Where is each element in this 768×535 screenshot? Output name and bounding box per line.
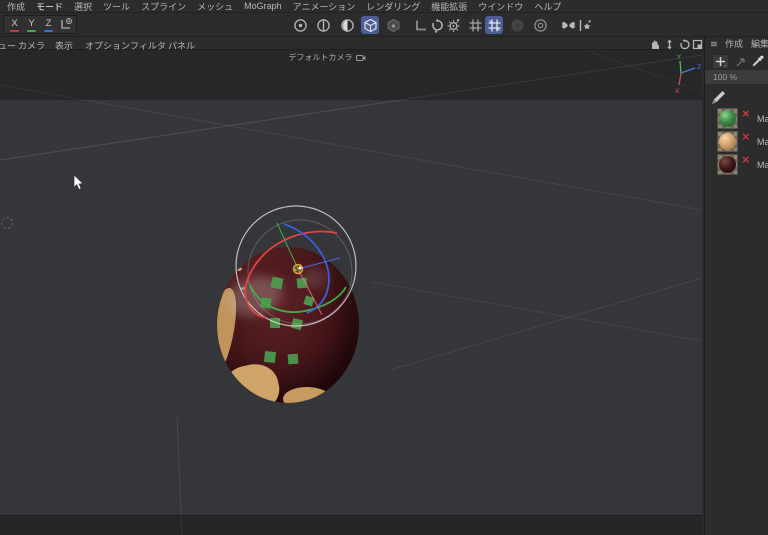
material-delete-icon[interactable]: × xyxy=(742,130,750,143)
materials-panel: 作成 編集 100 % xyxy=(704,37,768,535)
camera-icon xyxy=(356,54,366,62)
edge-mode-button[interactable] xyxy=(314,16,332,34)
dolly-icon[interactable] xyxy=(663,38,676,50)
workplane-button[interactable] xyxy=(575,16,593,34)
material-name[interactable]: Mat. xyxy=(757,114,768,124)
rotate-view-icon[interactable] xyxy=(678,38,691,50)
menu-extensions[interactable]: 機能拡張 xyxy=(431,0,467,13)
axis-mode-button[interactable] xyxy=(411,16,429,34)
axis-x-label: X xyxy=(11,18,17,29)
camera-frame-bottom-band xyxy=(0,515,702,535)
workplane-icon xyxy=(577,18,592,33)
load-material-button[interactable] xyxy=(732,54,749,69)
point-mode-icon xyxy=(293,18,308,33)
axis-z-button[interactable]: Z xyxy=(40,16,57,33)
sphere-tan-speck-1 xyxy=(235,267,242,271)
target-button[interactable] xyxy=(531,16,549,34)
menu-select[interactable]: 選択 xyxy=(74,0,92,13)
menu-animation[interactable]: アニメーション xyxy=(293,0,356,13)
menu-help[interactable]: ヘルプ xyxy=(534,0,561,13)
texture-mode-button[interactable] xyxy=(384,16,402,34)
gear-tool-button[interactable] xyxy=(444,16,462,34)
viewport-menu-row: ュー カメラ 表示 オプション フィルタ パネル xyxy=(0,37,768,50)
diagonal-arrow-icon xyxy=(735,56,747,68)
preview-zoom-value: 100 % xyxy=(713,72,737,82)
menu-tools[interactable]: ツール xyxy=(103,0,130,13)
material-thumbnail[interactable] xyxy=(717,108,738,129)
sphere-tan-patch-bottom-left xyxy=(219,360,284,403)
material-thumbnail[interactable] xyxy=(717,131,738,152)
left-edge-rotate-hint-icon xyxy=(0,215,16,231)
sphere-object[interactable] xyxy=(217,247,359,403)
polygon-mode-button[interactable] xyxy=(338,16,356,34)
hamburger-menu-icon[interactable] xyxy=(711,40,717,48)
material-name[interactable]: Mat. xyxy=(757,160,768,170)
model-mode-button[interactable] xyxy=(361,16,379,34)
symmetry-icon xyxy=(560,18,577,33)
grid-quantize-icon xyxy=(487,18,502,33)
coordinate-system-icon xyxy=(58,17,73,32)
point-mode-button[interactable] xyxy=(291,16,309,34)
panel-menu-edit[interactable]: 編集 xyxy=(751,37,768,50)
model-mode-icon xyxy=(363,18,378,33)
axis-x-underline xyxy=(10,30,19,32)
axis-x-button[interactable]: X xyxy=(6,16,23,33)
sphere-tan-patch-bottom xyxy=(283,387,331,403)
plus-icon xyxy=(715,56,726,67)
camera-label-text: デフォルトカメラ xyxy=(289,52,353,63)
material-name[interactable]: Mat. xyxy=(757,137,768,147)
material-row[interactable]: × Mat. xyxy=(705,131,768,153)
material-preview-sphere xyxy=(719,133,736,150)
pan-icon[interactable] xyxy=(648,38,661,50)
grid-quantize-button[interactable] xyxy=(485,16,503,34)
menu-mode[interactable]: モード xyxy=(36,0,63,13)
disabled-circle-button[interactable] xyxy=(508,16,526,34)
material-row[interactable]: × Mat. xyxy=(705,154,768,176)
mouse-cursor xyxy=(73,175,85,191)
menubar: 作成 モード 選択 ツール スプライン メッシュ MoGraph アニメーション… xyxy=(0,0,768,13)
add-material-button[interactable] xyxy=(712,54,729,69)
menu-render[interactable]: レンダリング xyxy=(366,0,420,13)
eyedropper-icon xyxy=(751,55,764,68)
grid-snap-icon xyxy=(468,18,483,33)
disabled-circle-icon xyxy=(510,18,525,33)
material-thumbnail[interactable] xyxy=(717,154,738,175)
preview-zoom-row[interactable]: 100 % xyxy=(705,70,768,84)
material-delete-icon[interactable]: × xyxy=(742,153,750,166)
menu-window[interactable]: ウインドウ xyxy=(478,0,523,13)
menu-spline[interactable]: スプライン xyxy=(141,0,186,13)
gear-tool-icon xyxy=(446,18,461,33)
axis-y-button[interactable]: Y xyxy=(23,16,40,33)
edge-mode-icon xyxy=(316,18,331,33)
material-row[interactable]: × Mat. xyxy=(705,108,768,130)
axis-y-underline xyxy=(27,30,36,32)
grid-snap-button[interactable] xyxy=(466,16,484,34)
app-window: 作成 モード 選択 ツール スプライン メッシュ MoGraph アニメーション… xyxy=(0,0,768,535)
target-icon xyxy=(533,18,548,33)
polygon-mode-icon xyxy=(340,18,355,33)
panel-menu-create[interactable]: 作成 xyxy=(725,37,743,50)
texture-mode-icon xyxy=(386,18,401,33)
menu-mesh[interactable]: メッシュ xyxy=(197,0,233,13)
materials-panel-header: 作成 編集 xyxy=(705,37,768,50)
axis-z-label: Z xyxy=(46,18,52,29)
axis-z-underline xyxy=(44,30,53,32)
menu-mograph[interactable]: MoGraph xyxy=(244,1,282,11)
menu-create[interactable]: 作成 xyxy=(7,0,25,13)
rotate-tool-icon xyxy=(430,18,445,33)
coordinate-system-button[interactable] xyxy=(57,16,74,33)
axis-lock-group: X Y Z xyxy=(3,15,77,34)
edit-pencil-icon[interactable] xyxy=(710,89,727,106)
pick-material-button[interactable] xyxy=(749,54,766,69)
material-delete-icon[interactable]: × xyxy=(742,107,750,120)
camera-label[interactable]: デフォルトカメラ xyxy=(262,52,392,63)
viewport-3d[interactable]: デフォルトカメラ xyxy=(0,50,702,535)
icon-toolbar: X Y Z xyxy=(0,13,768,37)
axis-y-label: Y xyxy=(28,18,34,29)
sphere-specular-highlight-2 xyxy=(300,268,330,288)
material-preview-sphere xyxy=(719,156,736,173)
frame-view-icon[interactable] xyxy=(691,38,704,50)
material-preview-sphere xyxy=(719,110,736,127)
axis-mode-icon xyxy=(413,18,428,33)
